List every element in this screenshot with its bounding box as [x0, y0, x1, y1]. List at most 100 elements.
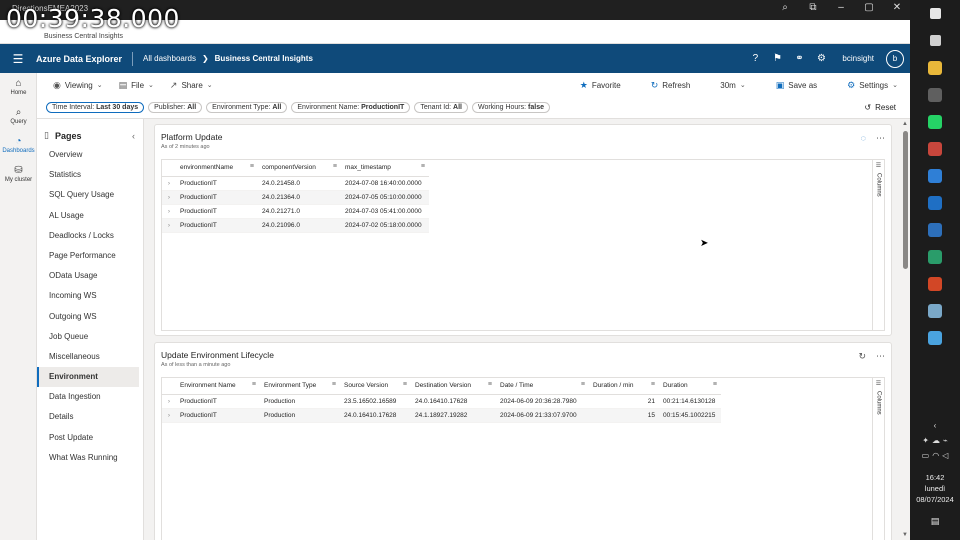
page-item[interactable]: Incoming WS: [37, 286, 143, 306]
column-header[interactable]: Environment Name ≡: [176, 378, 260, 395]
taskbar-app-icon[interactable]: [910, 54, 960, 81]
page-item[interactable]: Job Queue: [37, 327, 143, 347]
reset-button[interactable]: ↺ Reset: [864, 103, 896, 112]
battery-icon[interactable]: ▭: [922, 451, 930, 460]
taskbar-app-icon[interactable]: [910, 81, 960, 108]
gear-icon[interactable]: ⚙: [816, 53, 826, 64]
save-as-button[interactable]: ▣ Save as: [776, 80, 817, 91]
column-menu-icon[interactable]: ≡: [651, 381, 655, 388]
column-menu-icon[interactable]: ≡: [252, 381, 256, 388]
page-item[interactable]: SQL Query Usage: [37, 185, 143, 205]
table-row[interactable]: › ProductionIT 24.0.21458.0 2024-07-08 16:4…: [162, 176, 429, 191]
usb-icon[interactable]: ⌁: [943, 436, 948, 445]
page-item[interactable]: What Was Running: [37, 448, 143, 468]
filter-tenant-id[interactable]: Tenant Id: All: [414, 102, 468, 113]
more-options-icon[interactable]: ⋯: [876, 351, 885, 362]
page-scrollbar[interactable]: ▲ ▼: [901, 119, 910, 540]
settings-button[interactable]: ⚙ Settings ⌄: [847, 80, 898, 91]
column-menu-icon[interactable]: ≡: [250, 163, 254, 170]
table-row[interactable]: › ProductionIT Production 24.0.16410.17628 2…: [162, 408, 721, 423]
page-item[interactable]: Environment: [37, 367, 139, 388]
page-item[interactable]: Details: [37, 407, 143, 427]
chevron-left-icon[interactable]: ‹: [934, 421, 937, 430]
scroll-down-icon[interactable]: ▼: [902, 532, 908, 538]
taskbar-app-icon[interactable]: [910, 297, 960, 324]
page-item[interactable]: OData Usage: [37, 266, 143, 286]
help-icon[interactable]: ?: [750, 53, 760, 64]
rail-item-dashboards[interactable]: ◔ Dashboards: [0, 131, 37, 160]
filter-environment-type[interactable]: Environment Type: All: [206, 102, 288, 113]
minimize-icon[interactable]: –: [834, 2, 848, 13]
page-item[interactable]: Deadlocks / Locks: [37, 226, 143, 246]
page-item[interactable]: Outgoing WS: [37, 307, 143, 327]
table-row[interactable]: › ProductionIT 24.0.21364.0 2024-07-05 05:1…: [162, 190, 429, 205]
column-header[interactable]: Environment Type ≡: [260, 378, 340, 395]
taskbar-app-icon[interactable]: [910, 27, 960, 54]
table-row[interactable]: › ProductionIT Production 23.5.16502.16589 2…: [162, 394, 721, 409]
scroll-up-icon[interactable]: ▲: [902, 121, 908, 127]
breadcrumb-all-dashboards[interactable]: All dashboards: [143, 54, 196, 63]
expand-row-chevron-icon[interactable]: ›: [162, 218, 176, 233]
table-row[interactable]: › ProductionIT 24.0.21096.0 2024-07-02 05:1…: [162, 218, 429, 233]
column-header[interactable]: Duration ≡: [659, 378, 721, 395]
taskbar-app-icon[interactable]: [910, 0, 960, 27]
connections-icon[interactable]: ⚭: [794, 53, 804, 64]
page-item[interactable]: Page Performance: [37, 246, 143, 266]
more-options-icon[interactable]: ⋯: [876, 133, 885, 144]
page-item[interactable]: Post Update: [37, 428, 143, 448]
taskbar-app-icon[interactable]: [910, 216, 960, 243]
taskbar-clock[interactable]: 16:42 lunedì 08/07/2024: [910, 472, 960, 505]
taskbar-app-icon[interactable]: [910, 135, 960, 162]
column-header[interactable]: Date / Time ≡: [496, 378, 589, 395]
filter-environment-name[interactable]: Environment Name: ProductionIT: [291, 102, 411, 113]
column-menu-icon[interactable]: ≡: [421, 163, 425, 170]
refresh-interval-dropdown[interactable]: 30m ⌄: [720, 81, 745, 90]
avatar[interactable]: b: [886, 49, 904, 68]
volume-icon[interactable]: ◁: [942, 451, 948, 460]
column-header[interactable]: Source Version ≡: [340, 378, 411, 395]
refresh-button[interactable]: ↻ Refresh: [651, 80, 691, 91]
taskbar-app-icon[interactable]: [910, 324, 960, 351]
expand-row-chevron-icon[interactable]: ›: [162, 394, 176, 409]
rail-item-my-cluster[interactable]: ⛁ My cluster: [0, 160, 37, 189]
share-screen-icon[interactable]: ⧉: [806, 2, 820, 13]
favorite-button[interactable]: ★ Favorite: [580, 80, 621, 91]
teams-icon[interactable]: ✦: [922, 436, 929, 445]
column-header[interactable]: componentVersion ≡: [258, 160, 341, 177]
columns-side-panel[interactable]: ☰ Columns: [873, 159, 885, 331]
page-item[interactable]: AL Usage: [37, 206, 143, 226]
maximize-icon[interactable]: ▢: [862, 2, 876, 13]
file-button[interactable]: ▤ File ⌄: [119, 80, 154, 91]
column-menu-icon[interactable]: ≡: [403, 381, 407, 388]
column-header[interactable]: Duration / min ≡: [589, 378, 659, 395]
rail-item-home[interactable]: ⌂ Home: [0, 73, 37, 102]
expand-row-chevron-icon[interactable]: ›: [162, 408, 176, 423]
collapse-chevron-icon[interactable]: ‹: [132, 131, 135, 141]
taskbar-app-icon[interactable]: [910, 108, 960, 135]
scrollbar-thumb[interactable]: [903, 131, 908, 269]
page-item[interactable]: Data Ingestion: [37, 387, 143, 407]
column-menu-icon[interactable]: ≡: [488, 381, 492, 388]
zoom-icon[interactable]: ⌕: [778, 2, 792, 13]
page-item[interactable]: Miscellaneous: [37, 347, 143, 367]
expand-row-chevron-icon[interactable]: ›: [162, 204, 176, 219]
hamburger-menu-icon[interactable]: ☰: [0, 52, 36, 66]
taskbar-app-icon[interactable]: [910, 162, 960, 189]
page-item[interactable]: Statistics: [37, 165, 143, 185]
filter-time-interval[interactable]: Time Interval: Last 30 days: [46, 102, 145, 113]
column-header[interactable]: max_timestamp ≡: [341, 160, 429, 177]
notification-icon[interactable]: ▤: [910, 516, 960, 527]
taskbar-app-icon[interactable]: [910, 189, 960, 216]
page-item[interactable]: Overview: [37, 145, 143, 165]
column-menu-icon[interactable]: ≡: [332, 381, 336, 388]
viewing-button[interactable]: ◉ Viewing ⌄: [53, 80, 103, 91]
column-menu-icon[interactable]: ≡: [713, 381, 717, 388]
rail-item-query[interactable]: ⌕ Query: [0, 102, 37, 131]
column-header[interactable]: Destination Version ≡: [411, 378, 496, 395]
expand-row-chevron-icon[interactable]: ›: [162, 190, 176, 205]
announcement-icon[interactable]: ⚑: [772, 53, 782, 64]
onedrive-icon[interactable]: ☁: [932, 436, 940, 445]
app-name[interactable]: Azure Data Explorer: [36, 54, 122, 64]
refresh-icon[interactable]: ↻: [858, 351, 866, 362]
column-header[interactable]: environmentName ≡: [176, 160, 258, 177]
